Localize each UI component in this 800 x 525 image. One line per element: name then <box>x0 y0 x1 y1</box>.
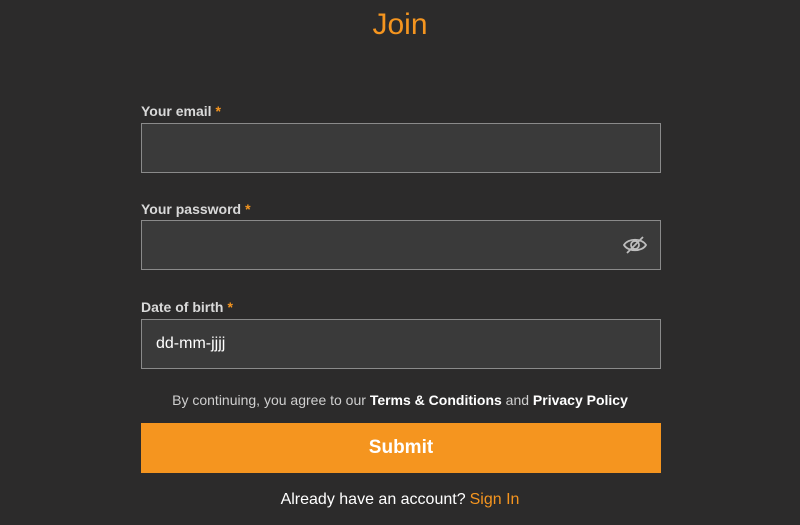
dob-label: Date of birth * <box>141 298 233 316</box>
required-marker: * <box>227 299 233 315</box>
email-label: Your email * <box>141 102 221 120</box>
terms-notice: By continuing, you agree to our Terms & … <box>0 391 800 409</box>
password-label: Your password * <box>141 200 251 218</box>
password-field-wrapper <box>141 220 661 270</box>
required-marker: * <box>245 201 251 217</box>
terms-conditions-link[interactable]: Terms & Conditions <box>370 392 502 408</box>
dob-field-wrapper <box>141 319 661 369</box>
page-title: Join <box>372 8 428 41</box>
submit-button[interactable]: Submit <box>141 423 661 473</box>
signin-prompt: Already have an account? <box>280 491 466 508</box>
dob-label-text: Date of birth <box>141 299 224 315</box>
terms-conjunction: and <box>505 392 530 408</box>
signin-row: Already have an account? Sign In <box>0 490 800 510</box>
sign-in-link[interactable]: Sign In <box>470 491 520 508</box>
required-marker: * <box>215 103 221 119</box>
email-label-text: Your email <box>141 103 212 119</box>
password-label-text: Your password <box>141 201 242 217</box>
privacy-policy-link[interactable]: Privacy Policy <box>533 392 628 408</box>
terms-prefix: By continuing, you agree to our <box>172 392 366 408</box>
eye-slash-icon[interactable] <box>622 235 648 255</box>
email-field[interactable] <box>142 124 660 172</box>
email-field-wrapper <box>141 123 661 173</box>
date-of-birth-field[interactable] <box>142 320 660 368</box>
password-field[interactable] <box>142 221 660 269</box>
